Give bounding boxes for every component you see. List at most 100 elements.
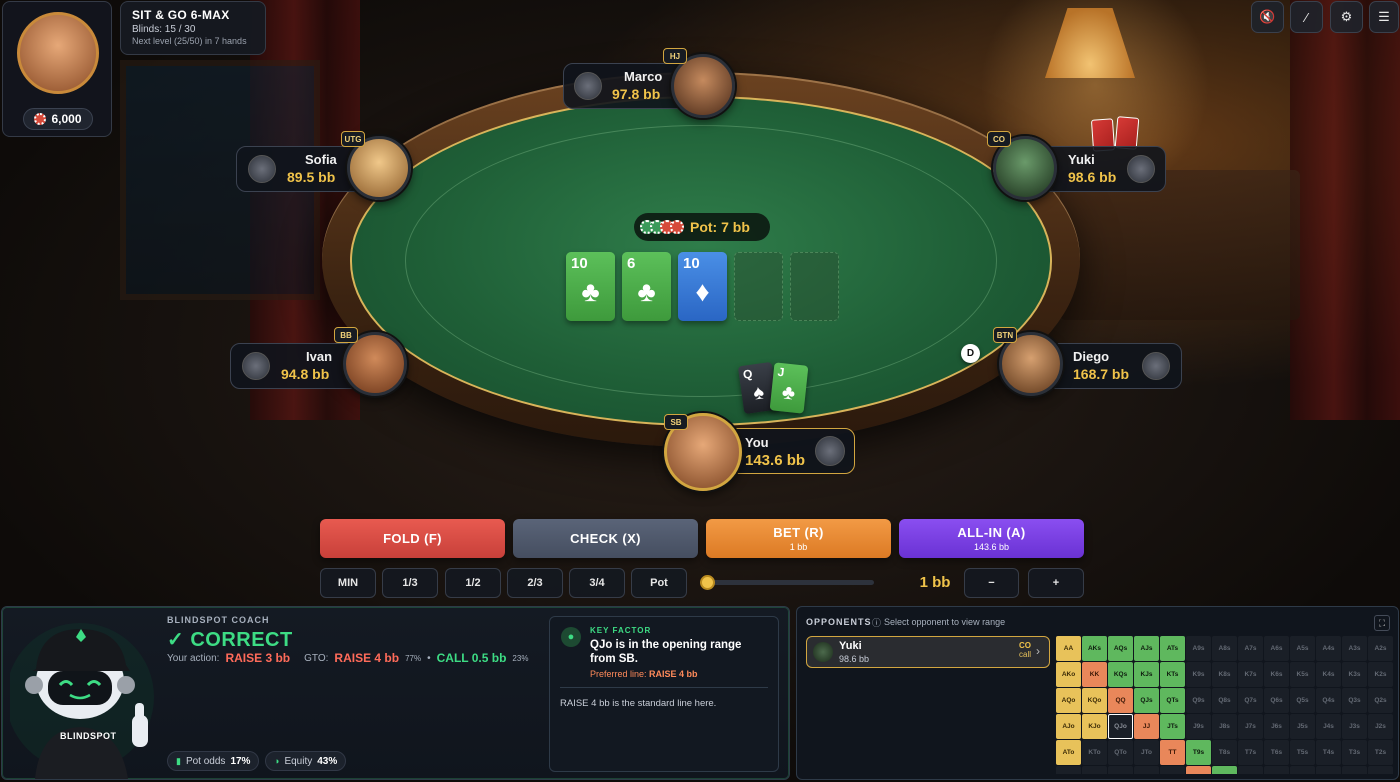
range-cell[interactable]: AQo — [1056, 688, 1081, 713]
range-cell[interactable]: Q5s — [1290, 688, 1315, 713]
range-cell[interactable]: KTs — [1160, 662, 1185, 687]
range-cell[interactable]: K2s — [1368, 662, 1393, 687]
size-min-button[interactable]: MIN — [320, 568, 376, 598]
fold-button[interactable]: FOLD (F) — [320, 519, 505, 558]
range-cell[interactable]: A9s — [1186, 636, 1211, 661]
range-cell[interactable]: AA — [1056, 636, 1081, 661]
range-cell[interactable]: A4s — [1316, 636, 1341, 661]
opponent-row-yuki[interactable]: Yuki 98.6 bb CO call › — [806, 636, 1050, 668]
range-cell[interactable]: AJs — [1134, 636, 1159, 661]
range-cell[interactable]: AQs — [1108, 636, 1133, 661]
all-in-button[interactable]: ALL-IN (A) 143.6 bb — [899, 519, 1084, 558]
range-cell[interactable]: 98s — [1212, 766, 1237, 774]
decrease-bet-button[interactable]: − — [964, 568, 1019, 598]
increase-bet-button[interactable]: + — [1028, 568, 1084, 598]
check-button[interactable]: CHECK (X) — [513, 519, 698, 558]
range-cell[interactable]: K5s — [1290, 662, 1315, 687]
range-cell[interactable]: 92s — [1368, 766, 1393, 774]
range-cell[interactable]: A5s — [1290, 636, 1315, 661]
range-cell[interactable]: K4s — [1316, 662, 1341, 687]
range-cell[interactable]: JTo — [1134, 740, 1159, 765]
bet-slider[interactable] — [704, 580, 874, 585]
range-cell[interactable]: JTs — [1160, 714, 1185, 739]
range-cell[interactable]: T7s — [1238, 740, 1263, 765]
range-cell[interactable]: T4s — [1316, 740, 1341, 765]
pen-icon[interactable]: ⁄ — [1290, 1, 1323, 33]
size-third-button[interactable]: 1/3 — [382, 568, 438, 598]
range-cell[interactable]: J3s — [1342, 714, 1367, 739]
range-cell[interactable]: T9s — [1186, 740, 1211, 765]
range-cell[interactable]: T2s — [1368, 740, 1393, 765]
range-cell[interactable]: A3s — [1342, 636, 1367, 661]
range-cell[interactable]: AJo — [1056, 714, 1081, 739]
range-cell[interactable]: Q6s — [1264, 688, 1289, 713]
range-cell[interactable]: QJo — [1108, 714, 1133, 739]
range-cell[interactable]: QQ — [1108, 688, 1133, 713]
range-cell[interactable]: J9o — [1134, 766, 1159, 774]
range-cell[interactable]: J2s — [1368, 714, 1393, 739]
range-cell[interactable]: Q9s — [1186, 688, 1211, 713]
range-cell[interactable]: J7s — [1238, 714, 1263, 739]
range-cell[interactable]: Q3s — [1342, 688, 1367, 713]
size-pot-button[interactable]: Pot — [631, 568, 687, 598]
size-two-thirds-button[interactable]: 2/3 — [507, 568, 563, 598]
player-profile[interactable]: 6,000 — [2, 1, 112, 137]
range-cell[interactable]: T5s — [1290, 740, 1315, 765]
range-cell[interactable]: KQs — [1108, 662, 1133, 687]
range-cell[interactable]: K9o — [1082, 766, 1107, 774]
range-cell[interactable]: Q9o — [1108, 766, 1133, 774]
range-cell[interactable]: A6s — [1264, 636, 1289, 661]
range-cell[interactable]: AKo — [1056, 662, 1081, 687]
range-cell[interactable]: KJo — [1082, 714, 1107, 739]
size-three-quarters-button[interactable]: 3/4 — [569, 568, 625, 598]
range-cell[interactable]: K7s — [1238, 662, 1263, 687]
expand-icon[interactable]: ⛶ — [1374, 615, 1390, 631]
range-cell[interactable]: K6s — [1264, 662, 1289, 687]
range-cell[interactable]: ATo — [1056, 740, 1081, 765]
range-cell[interactable]: KK — [1082, 662, 1107, 687]
range-cell[interactable]: J8s — [1212, 714, 1237, 739]
range-cell[interactable]: KTo — [1082, 740, 1107, 765]
range-cell[interactable]: 93s — [1342, 766, 1367, 774]
range-cell[interactable]: T3s — [1342, 740, 1367, 765]
range-cell[interactable]: K9s — [1186, 662, 1211, 687]
range-cell[interactable]: J9s — [1186, 714, 1211, 739]
range-cell[interactable]: A8s — [1212, 636, 1237, 661]
range-cell[interactable]: A7s — [1238, 636, 1263, 661]
range-cell[interactable]: J4s — [1316, 714, 1341, 739]
range-cell[interactable]: Q8s — [1212, 688, 1237, 713]
range-cell[interactable]: ATs — [1160, 636, 1185, 661]
range-cell[interactable]: 97s — [1238, 766, 1263, 774]
range-cell[interactable]: T6s — [1264, 740, 1289, 765]
range-cell[interactable]: T8s — [1212, 740, 1237, 765]
range-cell[interactable]: K3s — [1342, 662, 1367, 687]
seat-mini-avatar — [1127, 155, 1155, 183]
range-cell[interactable]: A2s — [1368, 636, 1393, 661]
range-cell[interactable]: 94s — [1316, 766, 1341, 774]
range-cell[interactable]: A9o — [1056, 766, 1081, 774]
gear-icon[interactable]: ⚙ — [1330, 1, 1363, 33]
range-cell[interactable]: AKs — [1082, 636, 1107, 661]
range-cell[interactable]: QTo — [1108, 740, 1133, 765]
size-half-button[interactable]: 1/2 — [445, 568, 501, 598]
range-cell[interactable]: KQo — [1082, 688, 1107, 713]
range-cell[interactable]: QJs — [1134, 688, 1159, 713]
range-cell[interactable]: J6s — [1264, 714, 1289, 739]
range-cell[interactable]: Q2s — [1368, 688, 1393, 713]
range-cell[interactable]: J5s — [1290, 714, 1315, 739]
sound-off-icon[interactable]: 🔇 — [1251, 1, 1284, 33]
range-cell[interactable]: KJs — [1134, 662, 1159, 687]
range-cell[interactable]: QTs — [1160, 688, 1185, 713]
range-cell[interactable]: TT — [1160, 740, 1185, 765]
range-cell[interactable]: 99 — [1186, 766, 1211, 774]
range-cell[interactable]: Q4s — [1316, 688, 1341, 713]
menu-icon[interactable]: ☰ — [1369, 1, 1399, 33]
range-cell[interactable]: 96s — [1264, 766, 1289, 774]
range-cell[interactable]: 95s — [1290, 766, 1315, 774]
bet-slider-handle[interactable] — [700, 575, 715, 590]
range-cell[interactable]: Q7s — [1238, 688, 1263, 713]
range-cell[interactable]: JJ — [1134, 714, 1159, 739]
bet-button[interactable]: BET (R) 1 bb — [706, 519, 891, 558]
range-cell[interactable]: T9o — [1160, 766, 1185, 774]
range-cell[interactable]: K8s — [1212, 662, 1237, 687]
